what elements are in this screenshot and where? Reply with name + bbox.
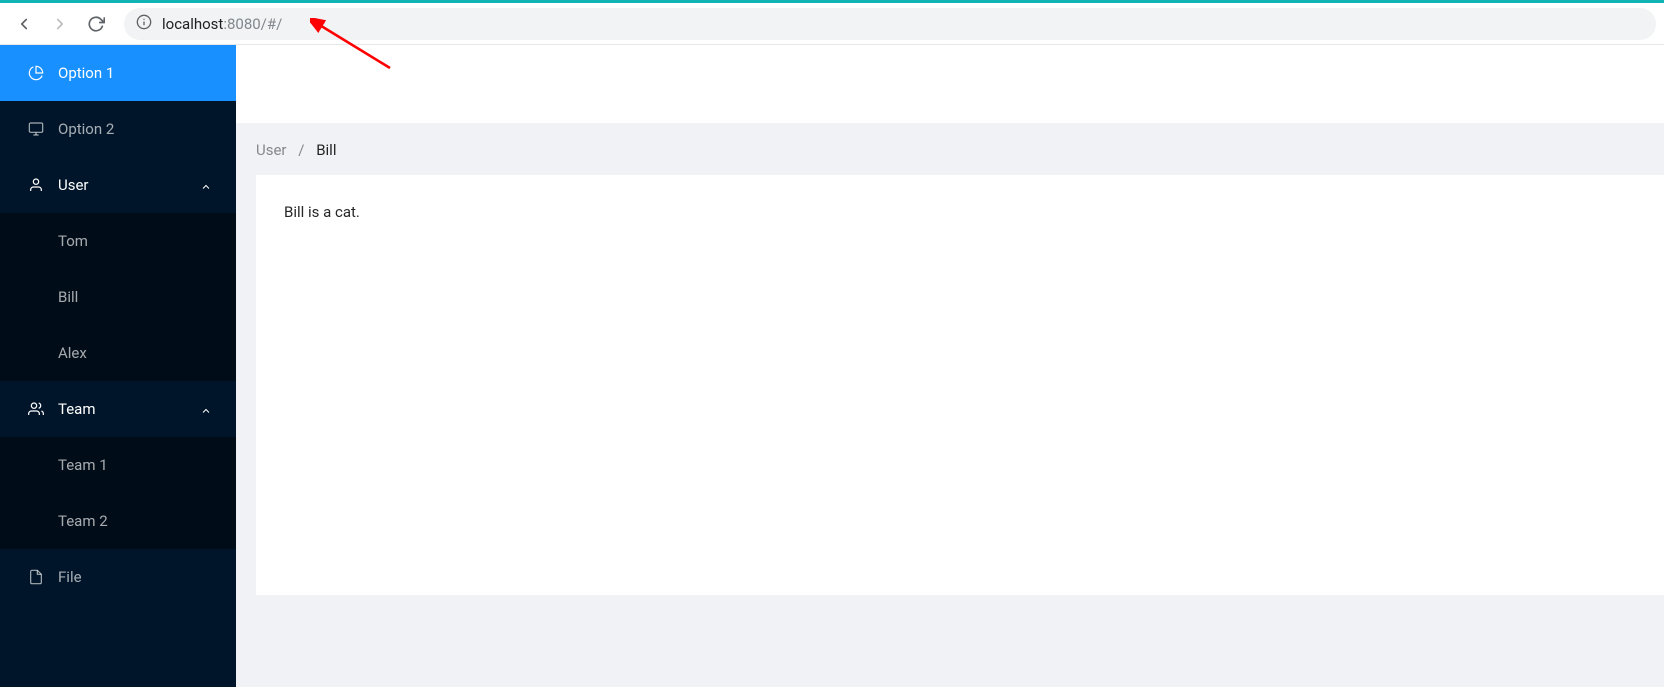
sidebar-submenu-team[interactable]: Team [0, 381, 236, 437]
sidebar-item-team-2[interactable]: Team 2 [0, 493, 236, 549]
sidebar-item-label: User [58, 176, 200, 194]
sidebar-item-option-1[interactable]: Option 1 [0, 45, 236, 101]
sidebar-item-label: Team 2 [58, 512, 108, 530]
breadcrumb: User / Bill [236, 123, 1664, 175]
main-content: User / Bill Bill is a cat. [236, 45, 1664, 687]
sidebar-item-label: Team 1 [58, 456, 108, 474]
team-icon [28, 401, 44, 417]
sidebar-item-label: File [58, 568, 212, 586]
file-icon [28, 569, 44, 585]
breadcrumb-separator: / [298, 141, 304, 159]
back-button[interactable] [8, 8, 40, 40]
url-text: localhost:8080/#/ [162, 15, 282, 33]
sidebar-item-user-alex[interactable]: Alex [0, 325, 236, 381]
url-rest: :8080/#/ [223, 15, 282, 33]
pie-chart-icon [28, 65, 44, 81]
info-icon [136, 14, 152, 34]
sidebar-submenu-user[interactable]: User [0, 157, 236, 213]
chevron-up-icon [200, 403, 212, 415]
sidebar-item-team-1[interactable]: Team 1 [0, 437, 236, 493]
sidebar-item-label: Alex [58, 344, 87, 362]
content-text: Bill is a cat. [284, 203, 360, 221]
url-host: localhost [162, 15, 223, 33]
breadcrumb-item: Bill [316, 141, 336, 159]
sidebar-item-option-2[interactable]: Option 2 [0, 101, 236, 157]
content-card: Bill is a cat. [256, 175, 1664, 595]
desktop-icon [28, 121, 44, 137]
sidebar-item-user-tom[interactable]: Tom [0, 213, 236, 269]
top-bar [236, 45, 1664, 123]
app-root: Option 1 Option 2 User Tom Bill Alex [0, 44, 1664, 687]
sidebar-item-label: Tom [58, 232, 88, 250]
chevron-up-icon [200, 179, 212, 191]
user-icon [28, 177, 44, 193]
address-bar[interactable]: localhost:8080/#/ [124, 8, 1656, 40]
sidebar-item-label: Team [58, 400, 200, 418]
sidebar-item-file[interactable]: File [0, 549, 236, 605]
content-wrapper: User / Bill Bill is a cat. [236, 123, 1664, 687]
reload-button[interactable] [80, 8, 112, 40]
sidebar: Option 1 Option 2 User Tom Bill Alex [0, 45, 236, 687]
browser-toolbar: localhost:8080/#/ [0, 0, 1664, 44]
breadcrumb-item[interactable]: User [256, 141, 287, 159]
sidebar-item-label: Option 1 [58, 64, 212, 82]
sidebar-item-user-bill[interactable]: Bill [0, 269, 236, 325]
forward-button[interactable] [44, 8, 76, 40]
sidebar-item-label: Bill [58, 288, 78, 306]
sidebar-item-label: Option 2 [58, 120, 212, 138]
